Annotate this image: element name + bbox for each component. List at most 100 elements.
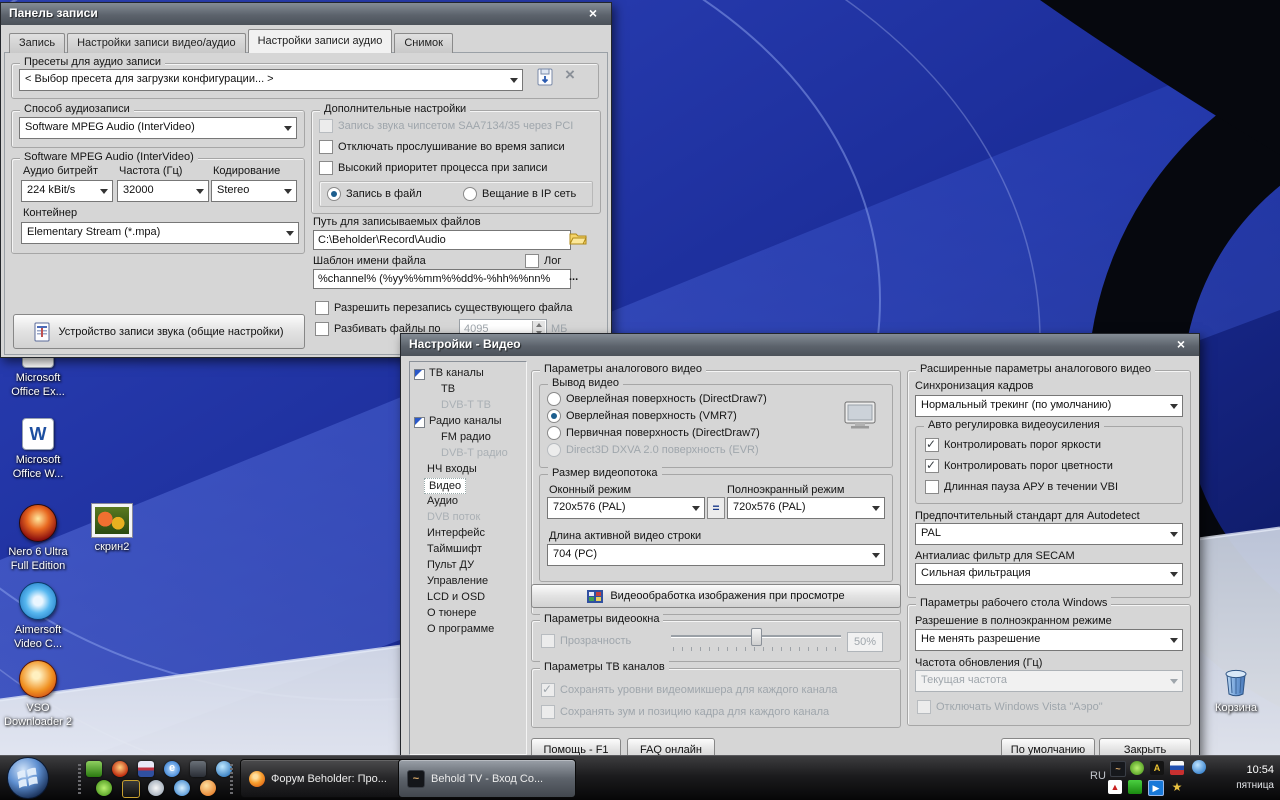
download-manager-tray-icon[interactable]: ▲ (1108, 780, 1122, 794)
tree-item-video[interactable]: Видео (424, 478, 466, 494)
language-indicator[interactable]: RU (1090, 770, 1106, 782)
desktop-icon-vso[interactable]: VSODownloader 2 (2, 660, 74, 729)
desktop-icon-recycle-bin[interactable]: Корзина (1200, 664, 1272, 715)
tree-item-about-program[interactable]: О программе (427, 623, 494, 635)
fullscreen-resolution-combo[interactable]: Не менять разрешение (915, 629, 1183, 651)
radio-circle (547, 443, 561, 457)
radio-record-to-file[interactable]: Запись в файл (327, 187, 422, 201)
close-icon[interactable]: × (585, 5, 601, 21)
magic-wand-tray-icon[interactable]: ★ (1170, 780, 1184, 794)
taskbar-button-behold-tv[interactable]: Behold TV - Вход Co... (398, 759, 576, 798)
start-button[interactable] (6, 756, 50, 800)
taskbar-button-firefox-forum[interactable]: Форум Beholder: Про... (240, 759, 410, 798)
desktop-icon-aimersoft[interactable]: AimersoftVideo C... (2, 582, 74, 651)
tree-item-about-tuner[interactable]: О тюнере (427, 607, 476, 619)
nero-quicklaunch-icon[interactable] (112, 761, 128, 777)
tree-item-fm-radio[interactable]: FM радио (441, 431, 491, 443)
network-status-tray-icon[interactable] (1128, 780, 1142, 794)
audio-device-button[interactable]: Устройство записи звука (общие настройки… (13, 314, 305, 349)
tree-item-interface[interactable]: Интерфейс (427, 527, 485, 539)
equals-button[interactable]: = (707, 497, 725, 519)
clock-time[interactable]: 10:54 (1228, 764, 1274, 776)
frame-sync-combo[interactable]: Нормальный трекинг (по умолчанию) (915, 395, 1183, 417)
folder-browse-icon[interactable] (569, 231, 587, 251)
tree-expand-icon[interactable] (414, 417, 425, 428)
checkbox-chroma-threshold[interactable]: Контролировать порог цветности (925, 459, 1113, 473)
desktop-icon-word[interactable]: MicrosoftOffice W... (2, 418, 74, 481)
tree-item-control[interactable]: Управление (427, 575, 488, 587)
checkbox-mute-while-recording[interactable]: Отключать прослушивание во время записи (319, 140, 565, 154)
tab-snapshot[interactable]: Снимок (394, 33, 453, 53)
quicklaunch-handle[interactable] (78, 762, 81, 794)
frequency-combo[interactable]: 32000 (117, 180, 209, 202)
checkbox-box (315, 322, 329, 336)
preset-combo[interactable]: < Выбор пресета для загрузки конфигураци… (19, 69, 523, 91)
audio-method-combo[interactable]: Software MPEG Audio (InterVideo) (19, 117, 297, 139)
clock-tool-icon[interactable] (148, 780, 164, 796)
internet-explorer-icon[interactable]: e (164, 761, 180, 777)
checkbox-log[interactable]: Лог (525, 254, 561, 268)
checkbox-overwrite[interactable]: Разрешить перезапись существующего файла (315, 301, 572, 315)
punto-switcher-icon[interactable]: A (1150, 761, 1164, 775)
video-settings-titlebar[interactable]: Настройки - Видео × (401, 334, 1199, 356)
messenger-tray-icon[interactable] (1192, 760, 1206, 774)
radio-broadcast-ip[interactable]: Вещание в IP сеть (463, 187, 576, 201)
russian-flag-icon[interactable] (1170, 761, 1184, 775)
tab-record[interactable]: Запись (9, 33, 65, 53)
tree-item-tv[interactable]: ТВ (441, 383, 455, 395)
desktop-icon-skrin2[interactable]: скрин2 (76, 504, 148, 554)
bitrate-combo[interactable]: 224 kBit/s (21, 180, 113, 202)
behold-tray-icon[interactable]: ~ (1110, 761, 1126, 777)
tree-item-radio-channels[interactable]: Радио каналы (429, 415, 502, 427)
encoding-combo[interactable]: Stereo (211, 180, 297, 202)
active-line-combo[interactable]: 704 (PC) (547, 544, 885, 566)
secam-filter-combo[interactable]: Сильная фильтрация (915, 563, 1183, 585)
template-more-button[interactable]: ... (569, 271, 578, 283)
group-label: Параметры ТВ каналов (540, 661, 669, 673)
utorrent-quicklaunch-icon[interactable] (96, 780, 112, 796)
close-icon[interactable]: × (1173, 336, 1189, 352)
record-path-input[interactable]: C:\Beholder\Record\Audio (313, 230, 571, 250)
tab-audio-settings[interactable]: Настройки записи аудио (248, 29, 393, 53)
firefox-quicklaunch-icon[interactable] (200, 780, 216, 796)
tree-item-audio[interactable]: Аудио (427, 495, 458, 507)
utorrent-tray-icon[interactable] (1130, 761, 1144, 775)
secam-filter-label: Антиалиас фильтр для SECAM (915, 550, 1075, 562)
recording-panel-window: Панель записи × Запись Настройки записи … (0, 2, 612, 358)
radio-overlay-directdraw7[interactable]: Оверлейная поверхность (DirectDraw7) (547, 392, 767, 406)
tree-expand-icon[interactable] (414, 369, 425, 380)
checkbox-brightness-threshold[interactable]: Контролировать порог яркости (925, 438, 1101, 452)
tree-item-lcd-osd[interactable]: LCD и OSD (427, 591, 485, 603)
delete-preset-icon[interactable]: × (565, 65, 575, 85)
radio-primary-directdraw7[interactable]: Первичная поверхность (DirectDraw7) (547, 426, 760, 440)
tab-video-audio-settings[interactable]: Настройки записи видео/аудио (67, 33, 245, 53)
radio-label: Первичная поверхность (DirectDraw7) (566, 427, 760, 439)
save-preset-icon[interactable] (535, 67, 555, 92)
screenshot-tool-icon[interactable] (122, 780, 140, 798)
floppy-icon[interactable] (138, 761, 154, 777)
checkbox-save-mixer-levels: Сохранять уровни видеомикшера для каждог… (541, 683, 837, 697)
container-combo[interactable]: Elementary Stream (*.mpa) (21, 222, 299, 244)
tree-item-tv-channels[interactable]: ТВ каналы (429, 367, 484, 379)
checkbox-agc-pause-vbi[interactable]: Длинная пауза АРУ в течении VBI (925, 480, 1118, 494)
fullscreen-mode-combo[interactable]: 720x576 (PAL) (727, 497, 885, 519)
tree-item-lf-inputs[interactable]: НЧ входы (427, 463, 477, 475)
player-tray-icon[interactable]: ▶ (1148, 780, 1164, 796)
recording-panel-titlebar[interactable]: Панель записи × (1, 3, 611, 25)
combo-value: 704 (PC) (553, 548, 866, 560)
window-mode-combo[interactable]: 720x576 (PAL) (547, 497, 705, 519)
snowflake-icon[interactable] (174, 780, 190, 796)
display-icon[interactable] (190, 761, 206, 777)
preferred-standard-combo[interactable]: PAL (915, 523, 1183, 545)
tree-item-remote[interactable]: Пульт ДУ (427, 559, 474, 571)
radio-overlay-vmr7[interactable]: Оверлейная поверхность (VMR7) (547, 409, 737, 423)
combo-value: 224 kBit/s (27, 184, 94, 196)
checkbox-high-priority[interactable]: Высокий приоритет процесса при записи (319, 161, 547, 175)
desktop-icon-nero[interactable]: Nero 6 UltraFull Edition (2, 504, 74, 573)
tree-item-timeshift[interactable]: Таймшифт (427, 543, 482, 555)
media-player-icon[interactable] (86, 761, 102, 777)
filename-template-input[interactable]: %channel% (%yy%%mm%%dd%-%hh%%nn% (313, 269, 571, 289)
video-processing-button[interactable]: Видеообработка изображения при просмотре (531, 584, 901, 608)
refresh-rate-combo: Текущая частота (915, 670, 1183, 692)
quicklaunch-handle[interactable] (230, 762, 233, 794)
